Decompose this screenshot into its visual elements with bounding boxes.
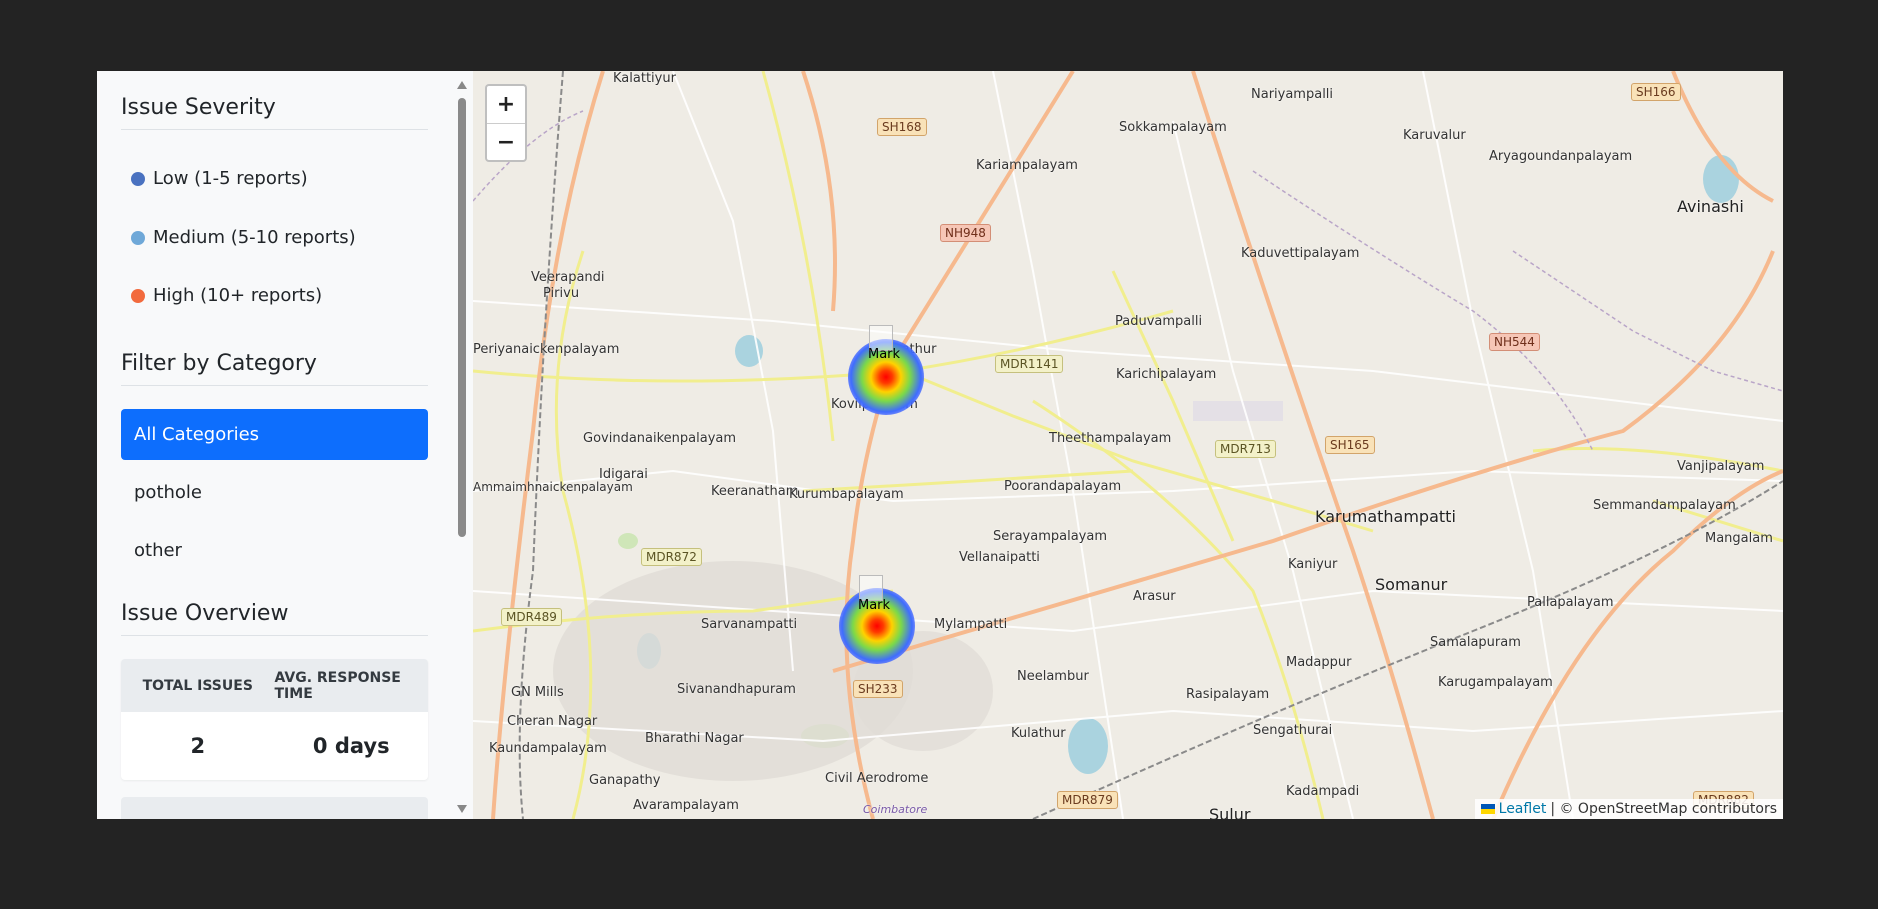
place-label: Karumathampatti xyxy=(1315,507,1456,526)
category-all[interactable]: All Categories xyxy=(121,409,428,460)
zoom-control: + − xyxy=(485,84,527,162)
overview-table: TOTAL ISSUES AVG. RESPONSE TIME 2 0 days xyxy=(121,659,428,780)
road-shield: SH168 xyxy=(877,118,927,136)
place-label: Theethampalayam xyxy=(1049,431,1172,446)
place-label: Sokkampalayam xyxy=(1119,120,1227,135)
place-label: Kaundampalayam xyxy=(489,741,607,756)
place-label: Civil Aerodrome xyxy=(825,771,929,786)
road-shield: SH166 xyxy=(1631,83,1681,101)
place-label: Nariyampalli xyxy=(1251,87,1334,102)
place-label: Mylampatti xyxy=(934,617,1008,632)
place-label: Paduvampalli xyxy=(1115,314,1203,329)
place-label: Samalapuram xyxy=(1430,635,1521,650)
legend-low: Low (1-5 reports) xyxy=(131,168,308,189)
place-label: Vellanaipatti xyxy=(959,550,1040,565)
place-label: Govindanaikenpalayam xyxy=(583,431,737,446)
attribution-text: | © OpenStreetMap contributors xyxy=(1550,801,1777,817)
app-frame: Issue Severity Low (1-5 reports) Medium … xyxy=(97,71,1783,819)
place-label: Kurumbapalayam xyxy=(789,487,904,502)
place-label: Karugampalayam xyxy=(1438,675,1553,690)
category-title: Filter by Category xyxy=(121,351,428,386)
map-attribution: Leaflet | © OpenStreetMap contributors xyxy=(1474,799,1783,819)
road-shield: MDR1141 xyxy=(995,355,1064,373)
place-label: Sarvanampatti xyxy=(701,617,798,632)
sidebar-scrollbar[interactable] xyxy=(456,81,468,813)
high-dot-icon xyxy=(131,288,145,303)
total-issues-value: 2 xyxy=(190,734,206,758)
marker-label: Mark xyxy=(868,347,901,362)
place-label: Sengathurai xyxy=(1253,723,1333,738)
place-label: Sulur xyxy=(1209,805,1251,819)
severity-title: Issue Severity xyxy=(121,95,428,130)
place-label: Kaduvettipalayam xyxy=(1241,246,1360,261)
place-label: Sivanandhapuram xyxy=(677,682,796,697)
zoom-in-button[interactable]: + xyxy=(487,86,525,124)
place-label: Kalattiyur xyxy=(613,71,676,86)
place-label: Cheran Nagar xyxy=(507,714,598,729)
category-pothole[interactable]: pothole xyxy=(121,467,428,518)
place-label: Karuvalur xyxy=(1403,128,1466,143)
avg-response-header: AVG. RESPONSE TIME xyxy=(274,669,401,702)
place-label: Kariampalayam xyxy=(976,158,1078,173)
road-shield: NH544 xyxy=(1489,333,1540,351)
total-issues-header: TOTAL ISSUES xyxy=(142,677,253,694)
place-label: Poorandapalayam xyxy=(1004,479,1122,494)
road-shield: SH233 xyxy=(853,680,903,698)
place-label: Avinashi xyxy=(1677,197,1744,216)
marker-label: Mark xyxy=(858,598,891,613)
ukraine-flag-icon xyxy=(1480,804,1495,814)
scroll-up-icon[interactable] xyxy=(457,81,467,89)
place-label: Ammaimhnaickenpalayam xyxy=(473,480,633,494)
scroll-thumb[interactable] xyxy=(458,98,466,537)
place-label: Ganapathy xyxy=(589,773,661,788)
place-label: Bharathi Nagar xyxy=(645,731,744,746)
place-label: Madappur xyxy=(1286,655,1352,670)
place-label: Aryagoundanpalayam xyxy=(1489,149,1633,164)
map-view[interactable]: Kalattiyur Nariyampalli Sokkampalayam Ka… xyxy=(473,71,1783,819)
road-shield: SH165 xyxy=(1325,436,1375,454)
road-shield: MDR879 xyxy=(1057,791,1118,809)
legend-medium-label: Medium (5-10 reports) xyxy=(153,227,356,248)
place-label: Serayampalayam xyxy=(993,529,1108,544)
place-label: Vanjipalayam xyxy=(1677,459,1765,474)
place-label: Mangalam xyxy=(1705,531,1773,546)
zoom-out-button[interactable]: − xyxy=(487,124,525,160)
road-shield: NH948 xyxy=(940,224,991,242)
place-label: Keeranatham xyxy=(711,484,799,499)
category-other[interactable]: other xyxy=(121,525,428,576)
next-card xyxy=(121,797,428,819)
place-label: Coimbatore xyxy=(863,803,928,816)
road-shield: MDR489 xyxy=(501,608,562,626)
place-label: Periyanaickenpalayam xyxy=(473,342,620,357)
place-label: Rasipalayam xyxy=(1186,687,1270,702)
avg-response-value: 0 days xyxy=(312,734,390,758)
place-label: Pallapalayam xyxy=(1527,595,1614,610)
place-label: GN Mills xyxy=(511,685,564,700)
legend-medium: Medium (5-10 reports) xyxy=(131,227,356,248)
place-label: Arasur xyxy=(1133,589,1176,604)
scroll-down-icon[interactable] xyxy=(457,805,467,813)
place-label: Karichipalayam xyxy=(1116,367,1217,382)
low-dot-icon xyxy=(131,171,145,186)
legend-high-label: High (10+ reports) xyxy=(153,285,323,306)
medium-dot-icon xyxy=(131,230,145,245)
place-label: Neelambur xyxy=(1017,669,1089,684)
sidebar: Issue Severity Low (1-5 reports) Medium … xyxy=(97,71,473,819)
place-label: Kadampadi xyxy=(1286,784,1360,799)
road-shield: MDR872 xyxy=(641,548,702,566)
road-shield: MDR713 xyxy=(1215,440,1276,458)
place-label: Pirivu xyxy=(543,286,580,301)
leaflet-link[interactable]: Leaflet xyxy=(1499,801,1547,817)
place-label: Avarampalayam xyxy=(633,798,739,813)
place-label: Somanur xyxy=(1375,575,1448,594)
place-label: Kulathur xyxy=(1011,726,1066,741)
place-label: Kaniyur xyxy=(1288,557,1338,572)
overview-title: Issue Overview xyxy=(121,601,428,636)
legend-low-label: Low (1-5 reports) xyxy=(153,168,308,189)
place-label: Semmandampalayam xyxy=(1593,498,1736,513)
place-label: Veerapandi xyxy=(531,270,605,285)
legend-high: High (10+ reports) xyxy=(131,285,322,306)
